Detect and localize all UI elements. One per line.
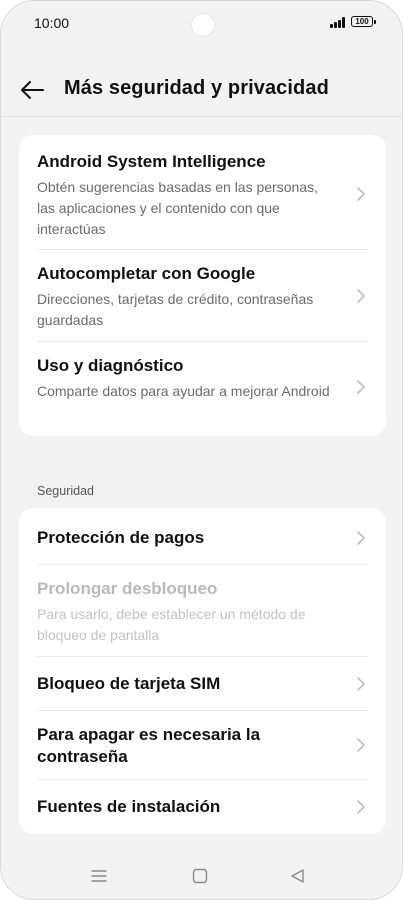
row-title: Fuentes de instalación	[37, 797, 221, 816]
chevron-right-icon	[357, 800, 365, 814]
row-uso-diagnostico[interactable]: Uso y diagnóstico Comparte datos para ay…	[19, 342, 386, 436]
header-divider	[1, 116, 402, 117]
row-title: Uso y diagnóstico	[37, 356, 184, 375]
row-title: Protección de pagos	[37, 528, 205, 547]
signal-icon	[330, 17, 348, 28]
row-subtitle: Direcciones, tarjetas de crédito, contra…	[37, 291, 314, 328]
chevron-right-icon	[357, 677, 365, 691]
row-subtitle: Obtén sugerencias basadas en las persona…	[37, 179, 318, 237]
security-card: Protección de pagos Prolongar desbloqueo…	[19, 508, 386, 834]
app-header: Más seguridad y privacidad	[1, 67, 402, 113]
navigation-bar	[1, 859, 402, 893]
row-apagar-contrasena[interactable]: Para apagar es necesaria la contraseña	[19, 711, 386, 779]
row-android-system-intelligence[interactable]: Android System Intelligence Obtén sugere…	[19, 135, 386, 249]
chevron-right-icon	[357, 531, 365, 545]
row-title: Bloqueo de tarjeta SIM	[37, 674, 221, 693]
phone-screen: 10:00 100 Más seguridad y privacidad And…	[0, 0, 403, 900]
battery-icon: 100	[351, 16, 376, 27]
status-time: 10:00	[34, 15, 70, 31]
triangle-back-icon[interactable]	[288, 867, 308, 885]
privacy-card: Android System Intelligence Obtén sugere…	[19, 135, 386, 436]
status-bar: 10:00 100	[1, 1, 402, 47]
row-proteccion-pagos[interactable]: Protección de pagos	[19, 508, 386, 564]
chevron-right-icon	[357, 380, 365, 394]
row-bloqueo-sim[interactable]: Bloqueo de tarjeta SIM	[19, 657, 386, 710]
row-subtitle: Para usarlo, debe establecer un método d…	[37, 606, 306, 643]
chevron-right-icon	[357, 187, 365, 201]
row-title: Autocompletar con Google	[37, 264, 256, 283]
row-autocompletar-google[interactable]: Autocompletar con Google Direcciones, ta…	[19, 250, 386, 341]
chevron-right-icon	[357, 738, 365, 752]
page-title: Más seguridad y privacidad	[64, 77, 329, 99]
row-prolongar-desbloqueo: Prolongar desbloqueo Para usarlo, debe e…	[19, 565, 386, 656]
row-fuentes-instalacion[interactable]: Fuentes de instalación	[19, 780, 386, 834]
row-title: Android System Intelligence	[37, 152, 266, 171]
arrow-left-icon[interactable]	[19, 78, 45, 102]
camera-cutout	[191, 13, 215, 37]
row-subtitle: Comparte datos para ayudar a mejorar And…	[37, 383, 330, 399]
row-title: Prolongar desbloqueo	[37, 579, 218, 598]
home-icon[interactable]	[190, 867, 210, 885]
section-label-seguridad: Seguridad	[37, 484, 94, 498]
menu-icon[interactable]	[89, 867, 109, 885]
chevron-right-icon	[357, 289, 365, 303]
row-title: Para apagar es necesaria la contraseña	[37, 725, 261, 766]
